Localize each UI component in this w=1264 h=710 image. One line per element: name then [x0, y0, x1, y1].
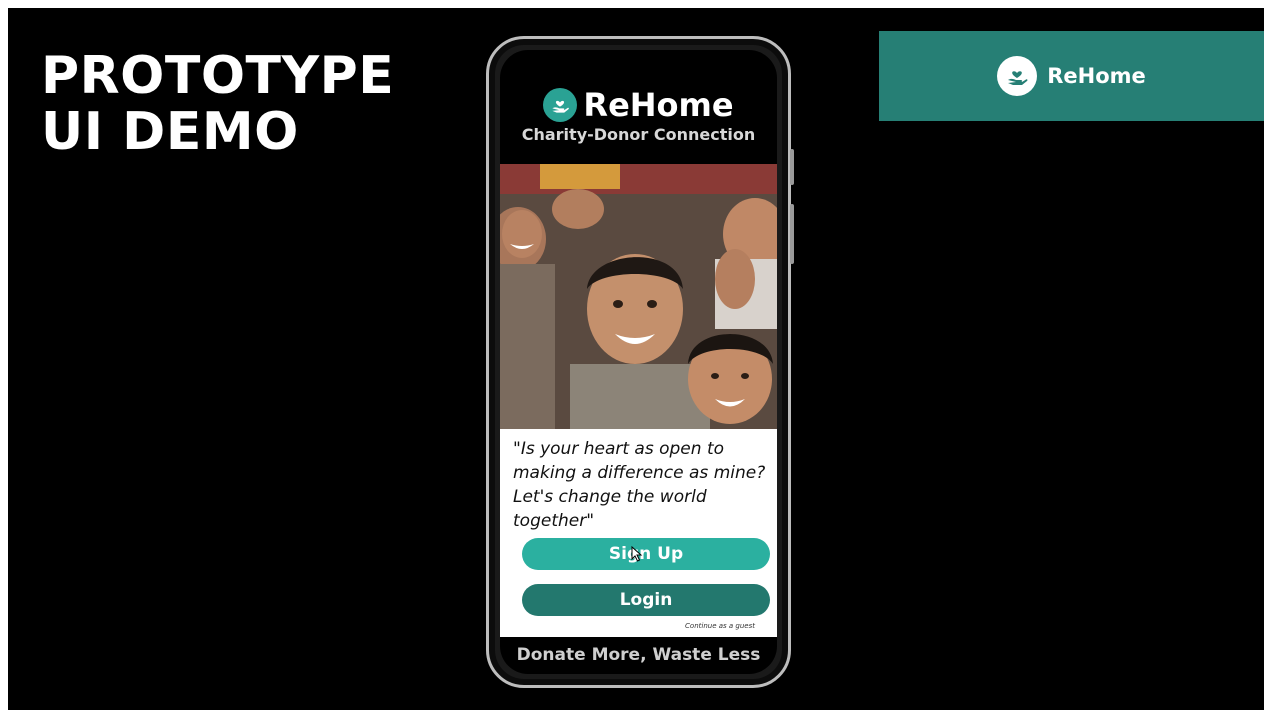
hand-heart-icon [997, 56, 1038, 96]
mouse-cursor-icon [631, 546, 643, 562]
footer-tagline: Donate More, Waste Less [516, 645, 761, 665]
continue-as-guest-link[interactable]: Continue as a guest [685, 622, 755, 630]
phone-mockup: ReHome Charity-Donor Connection "Is your… [486, 36, 794, 688]
app-name: ReHome [583, 86, 734, 124]
banner-brand-name: ReHome [1047, 64, 1146, 88]
slide-title: PROTOTYPE UI DEMO [41, 48, 394, 160]
signup-button[interactable]: Sign Up [522, 538, 770, 570]
slide-title-line1: PROTOTYPE [41, 46, 395, 106]
phone-power-button [790, 204, 794, 264]
phone-volume-button [790, 149, 794, 185]
login-button[interactable]: Login [522, 584, 770, 616]
hero-photo [500, 164, 777, 429]
quote-text: "Is your heart as open to making a diffe… [513, 439, 766, 531]
brand-banner: ReHome [879, 31, 1264, 121]
presentation-slide: PROTOTYPE UI DEMO ReHome ReHome Charity-… [8, 8, 1264, 710]
app-tagline: Charity-Donor Connection [521, 125, 756, 144]
app-header: ReHome Charity-Donor Connection [500, 85, 777, 144]
app-logo-row: ReHome [500, 85, 777, 125]
hand-heart-icon [543, 88, 578, 122]
slide-title-line2: UI DEMO [41, 102, 299, 162]
quote-card: "Is your heart as open to making a diffe… [500, 429, 777, 637]
app-screen: ReHome Charity-Donor Connection "Is your… [500, 50, 777, 674]
